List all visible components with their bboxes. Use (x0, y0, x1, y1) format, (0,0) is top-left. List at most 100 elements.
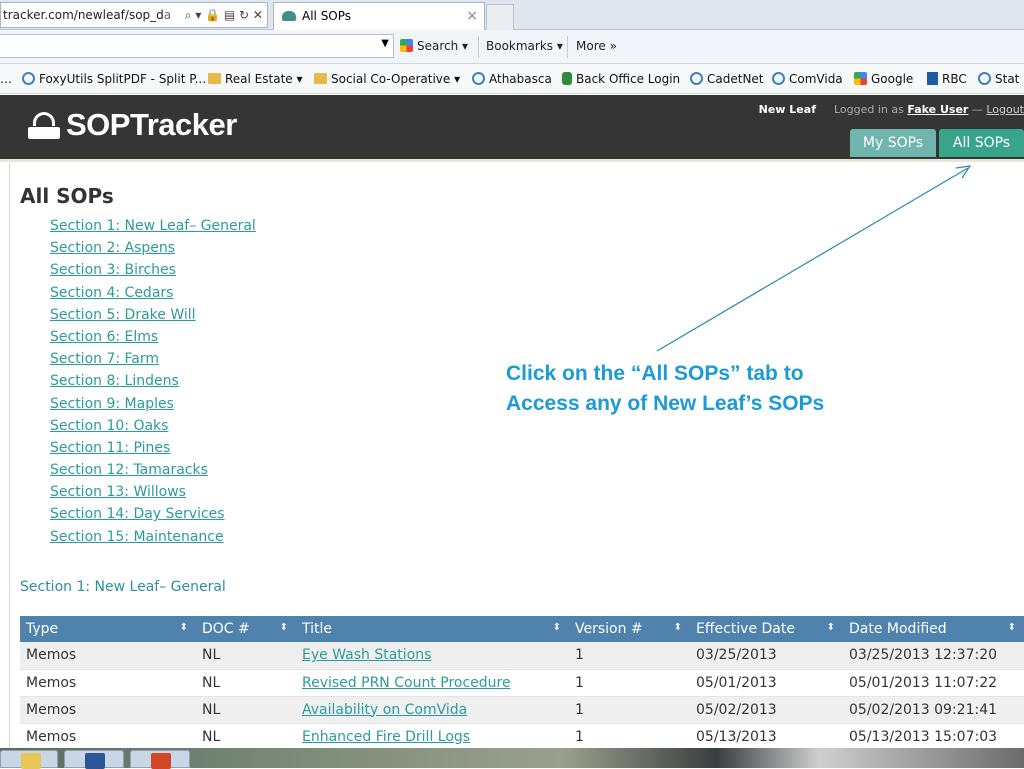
section-link[interactable]: Section 14: Day Services (50, 506, 225, 522)
taskbar-word-button[interactable] (64, 750, 124, 769)
section-link[interactable]: Section 6: Elms (50, 329, 158, 345)
section-heading: Section 1: New Leaf– General (20, 579, 226, 595)
section-link[interactable]: Section 8: Lindens (50, 373, 179, 389)
column-header-doc[interactable]: DOC # ⬍ (196, 616, 296, 642)
address-bar-icons[interactable]: ⌕ ▾ 🔒 ▤ ↻ ✕ (181, 3, 263, 27)
page-title: All SOPs (20, 184, 114, 208)
account-info: New Leaf Logged in as Fake User — Logout (759, 103, 1024, 116)
list-item: Section 12: Tamaracks (50, 462, 256, 484)
taskbar-powerpoint-button[interactable] (130, 750, 190, 769)
toolbar-search-input[interactable]: ▼ (0, 34, 394, 58)
section-link[interactable]: Section 5: Drake Will (50, 307, 196, 323)
favorites-bar: … FoxyUtils SplitPDF - Split P... Real E… (0, 64, 1024, 94)
section-link[interactable]: Section 15: Maintenance (50, 529, 224, 545)
favorite-cadetnet[interactable]: CadetNet (690, 72, 764, 86)
section-link[interactable]: Section 9: Maples (50, 396, 174, 412)
sort-icon[interactable]: ⬍ (827, 622, 835, 633)
close-tab-icon[interactable]: × (466, 3, 478, 29)
section-link[interactable]: Section 1: New Leaf– General (50, 218, 256, 234)
favorite-foxyutils[interactable]: FoxyUtils SplitPDF - Split P... (22, 72, 206, 86)
dash-separator: — (968, 103, 987, 116)
favorite-label: Social Co-Operative ▾ (331, 72, 461, 86)
address-text: tracker.com/newleaf/sop_d (3, 8, 164, 22)
favorite-rbc[interactable]: RBC (927, 72, 967, 86)
bookmarks-button[interactable]: Bookmarks ▾ (486, 39, 563, 53)
list-item: Section 7: Farm (50, 351, 256, 373)
cell-effective-date: 05/02/2013 (690, 696, 843, 724)
soptracker-logo[interactable]: SOPTracker (28, 107, 237, 143)
table-row: Memos NL Enhanced Fire Drill Logs 1 05/1… (20, 723, 1024, 751)
divider (478, 36, 479, 58)
more-button[interactable]: More » (576, 39, 617, 53)
callout-annotation: Click on the “All SOPs” tab to Access an… (506, 359, 824, 419)
logout-link[interactable]: Logout (986, 103, 1024, 116)
ie-icon (690, 72, 703, 85)
section-link[interactable]: Section 10: Oaks (50, 418, 168, 434)
favorite-social-cooperative[interactable]: Social Co-Operative ▾ (314, 72, 460, 86)
sop-title-link[interactable]: Revised PRN Count Procedure (302, 675, 511, 691)
rbc-icon (927, 72, 938, 85)
folder-icon (314, 73, 327, 84)
sort-icon[interactable]: ⬍ (180, 622, 188, 633)
taskbar-explorer-button[interactable] (0, 750, 58, 769)
sop-title-link[interactable]: Enhanced Fire Drill Logs (302, 729, 470, 745)
browser-tab-all-sops[interactable]: All SOPs × (273, 2, 485, 30)
column-header-date-modified[interactable]: Date Modified ⬍ (843, 616, 1024, 642)
list-item: Section 4: Cedars (50, 285, 256, 307)
section-link[interactable]: Section 3: Birches (50, 262, 176, 278)
user-link[interactable]: Fake User (907, 103, 968, 116)
sort-icon[interactable]: ⬍ (674, 622, 682, 633)
cell-date-modified: 05/13/2013 15:07:03 (843, 723, 1024, 751)
section-link[interactable]: Section 13: Willows (50, 484, 186, 500)
new-tab-button[interactable] (486, 4, 514, 30)
favorite-athabasca[interactable]: Athabasca (472, 72, 552, 86)
list-item: Section 14: Day Services (50, 506, 256, 528)
column-header-version[interactable]: Version # ⬍ (569, 616, 690, 642)
favorite-label: Back Office Login (576, 72, 681, 86)
column-header-type[interactable]: Type ⬍ (20, 616, 196, 642)
list-item: Section 8: Lindens (50, 373, 256, 395)
callout-line-1: Click on the “All SOPs” tab to (506, 362, 804, 385)
favorite-real-estate[interactable]: Real Estate ▾ (208, 72, 303, 86)
list-item: Section 13: Willows (50, 484, 256, 506)
logo-text: SOPTracker (66, 107, 237, 142)
tab-my-sops[interactable]: My SOPs (850, 129, 936, 157)
cell-version: 1 (569, 723, 690, 751)
chevron-down-icon[interactable]: ▼ (381, 38, 389, 49)
favorite-google[interactable]: Google (854, 72, 913, 86)
favorite-comvida[interactable]: ComVida (772, 72, 843, 86)
windows-taskbar (0, 748, 1024, 769)
address-bar[interactable]: tracker.com/newleaf/sop_da ⌕ ▾ 🔒 ▤ ↻ ✕ (0, 2, 268, 28)
callout-line-2: Access any of New Leaf’s SOPs (506, 392, 825, 415)
folder-icon (208, 73, 221, 84)
section-link[interactable]: Section 2: Aspens (50, 240, 175, 256)
sop-table: Type ⬍ DOC # ⬍ Title ⬍ Version # ⬍ Effective… (20, 616, 1024, 751)
tab-all-sops[interactable]: All SOPs (939, 129, 1024, 157)
cell-doc: NL (196, 696, 296, 724)
section-link[interactable]: Section 12: Tamaracks (50, 462, 208, 478)
sop-title-link[interactable]: Availability on ComVida (302, 702, 467, 718)
column-header-effective-date[interactable]: Effective Date ⬍ (690, 616, 843, 642)
table-row: Memos NL Revised PRN Count Procedure 1 0… (20, 669, 1024, 697)
cell-title: Eye Wash Stations (296, 642, 569, 670)
list-item: Section 15: Maintenance (50, 529, 256, 551)
search-button[interactable]: Search ▾ (400, 39, 468, 53)
favorite-stat[interactable]: Stat (978, 72, 1019, 86)
favorite-label: Athabasca (489, 72, 552, 86)
sop-title-link[interactable]: Eye Wash Stations (302, 647, 431, 663)
ie-icon (772, 72, 785, 85)
section-link[interactable]: Section 7: Farm (50, 351, 159, 367)
favorites-overflow[interactable]: … (0, 72, 12, 86)
section-link[interactable]: Section 11: Pines (50, 440, 170, 456)
sort-icon[interactable]: ⬍ (1008, 622, 1016, 633)
section-link[interactable]: Section 4: Cedars (50, 285, 173, 301)
folder-icon (21, 753, 41, 769)
column-header-title[interactable]: Title ⬍ (296, 616, 569, 642)
sort-icon[interactable]: ⬍ (280, 622, 288, 633)
browser-command-bar: ▼ Search ▾ Bookmarks ▾ More » (0, 30, 1024, 64)
google-icon (854, 72, 867, 85)
sort-icon[interactable]: ⬍ (553, 622, 561, 633)
section-list: Section 1: New Leaf– General Section 2: … (50, 218, 256, 551)
header-divider (0, 159, 1024, 162)
favorite-back-office-login[interactable]: Back Office Login (562, 72, 680, 86)
